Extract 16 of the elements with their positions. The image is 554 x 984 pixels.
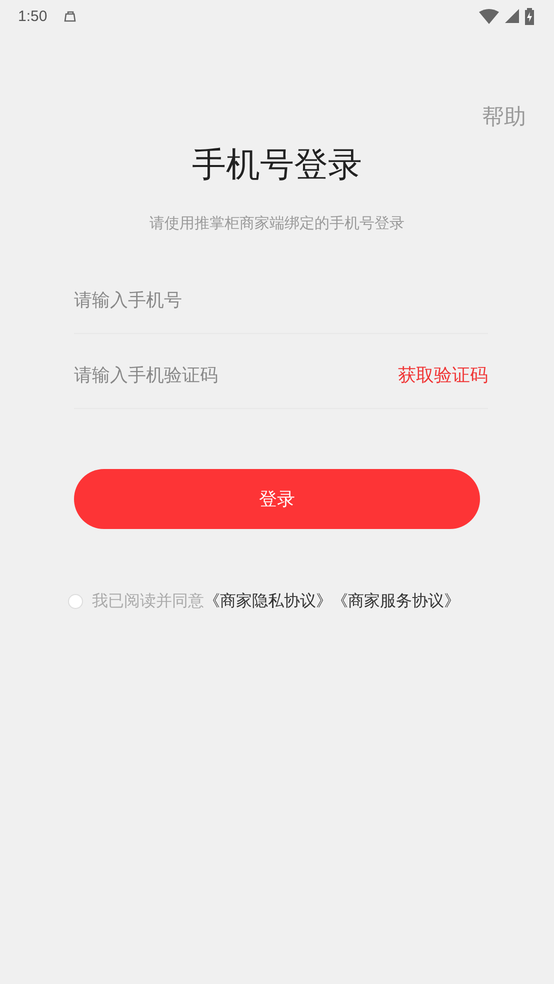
notification-icon bbox=[63, 9, 78, 23]
login-button[interactable]: 登录 bbox=[74, 469, 480, 529]
phone-input-field[interactable]: 请输入手机号 bbox=[74, 280, 488, 320]
battery-icon bbox=[525, 8, 534, 24]
get-code-link[interactable]: 获取验证码 bbox=[398, 363, 488, 387]
help-link[interactable]: 帮助 bbox=[482, 102, 526, 132]
agreement-text: 我已阅读并同意 bbox=[92, 591, 204, 612]
agreement-checkbox[interactable] bbox=[68, 594, 83, 609]
agreement-link[interactable]: 《商家服务协议》 bbox=[332, 591, 460, 612]
status-time: 1:50 bbox=[18, 8, 48, 24]
agreement-link[interactable]: 《商家隐私协议》 bbox=[204, 591, 332, 612]
page-title: 手机号登录 bbox=[191, 144, 363, 187]
wifi-icon bbox=[479, 8, 499, 24]
code-input-field[interactable]: 请输入手机验证码 bbox=[74, 355, 398, 395]
signal-icon bbox=[505, 9, 519, 23]
subtitle: 请使用推掌柜商家端绑定的手机号登录 bbox=[148, 214, 406, 233]
